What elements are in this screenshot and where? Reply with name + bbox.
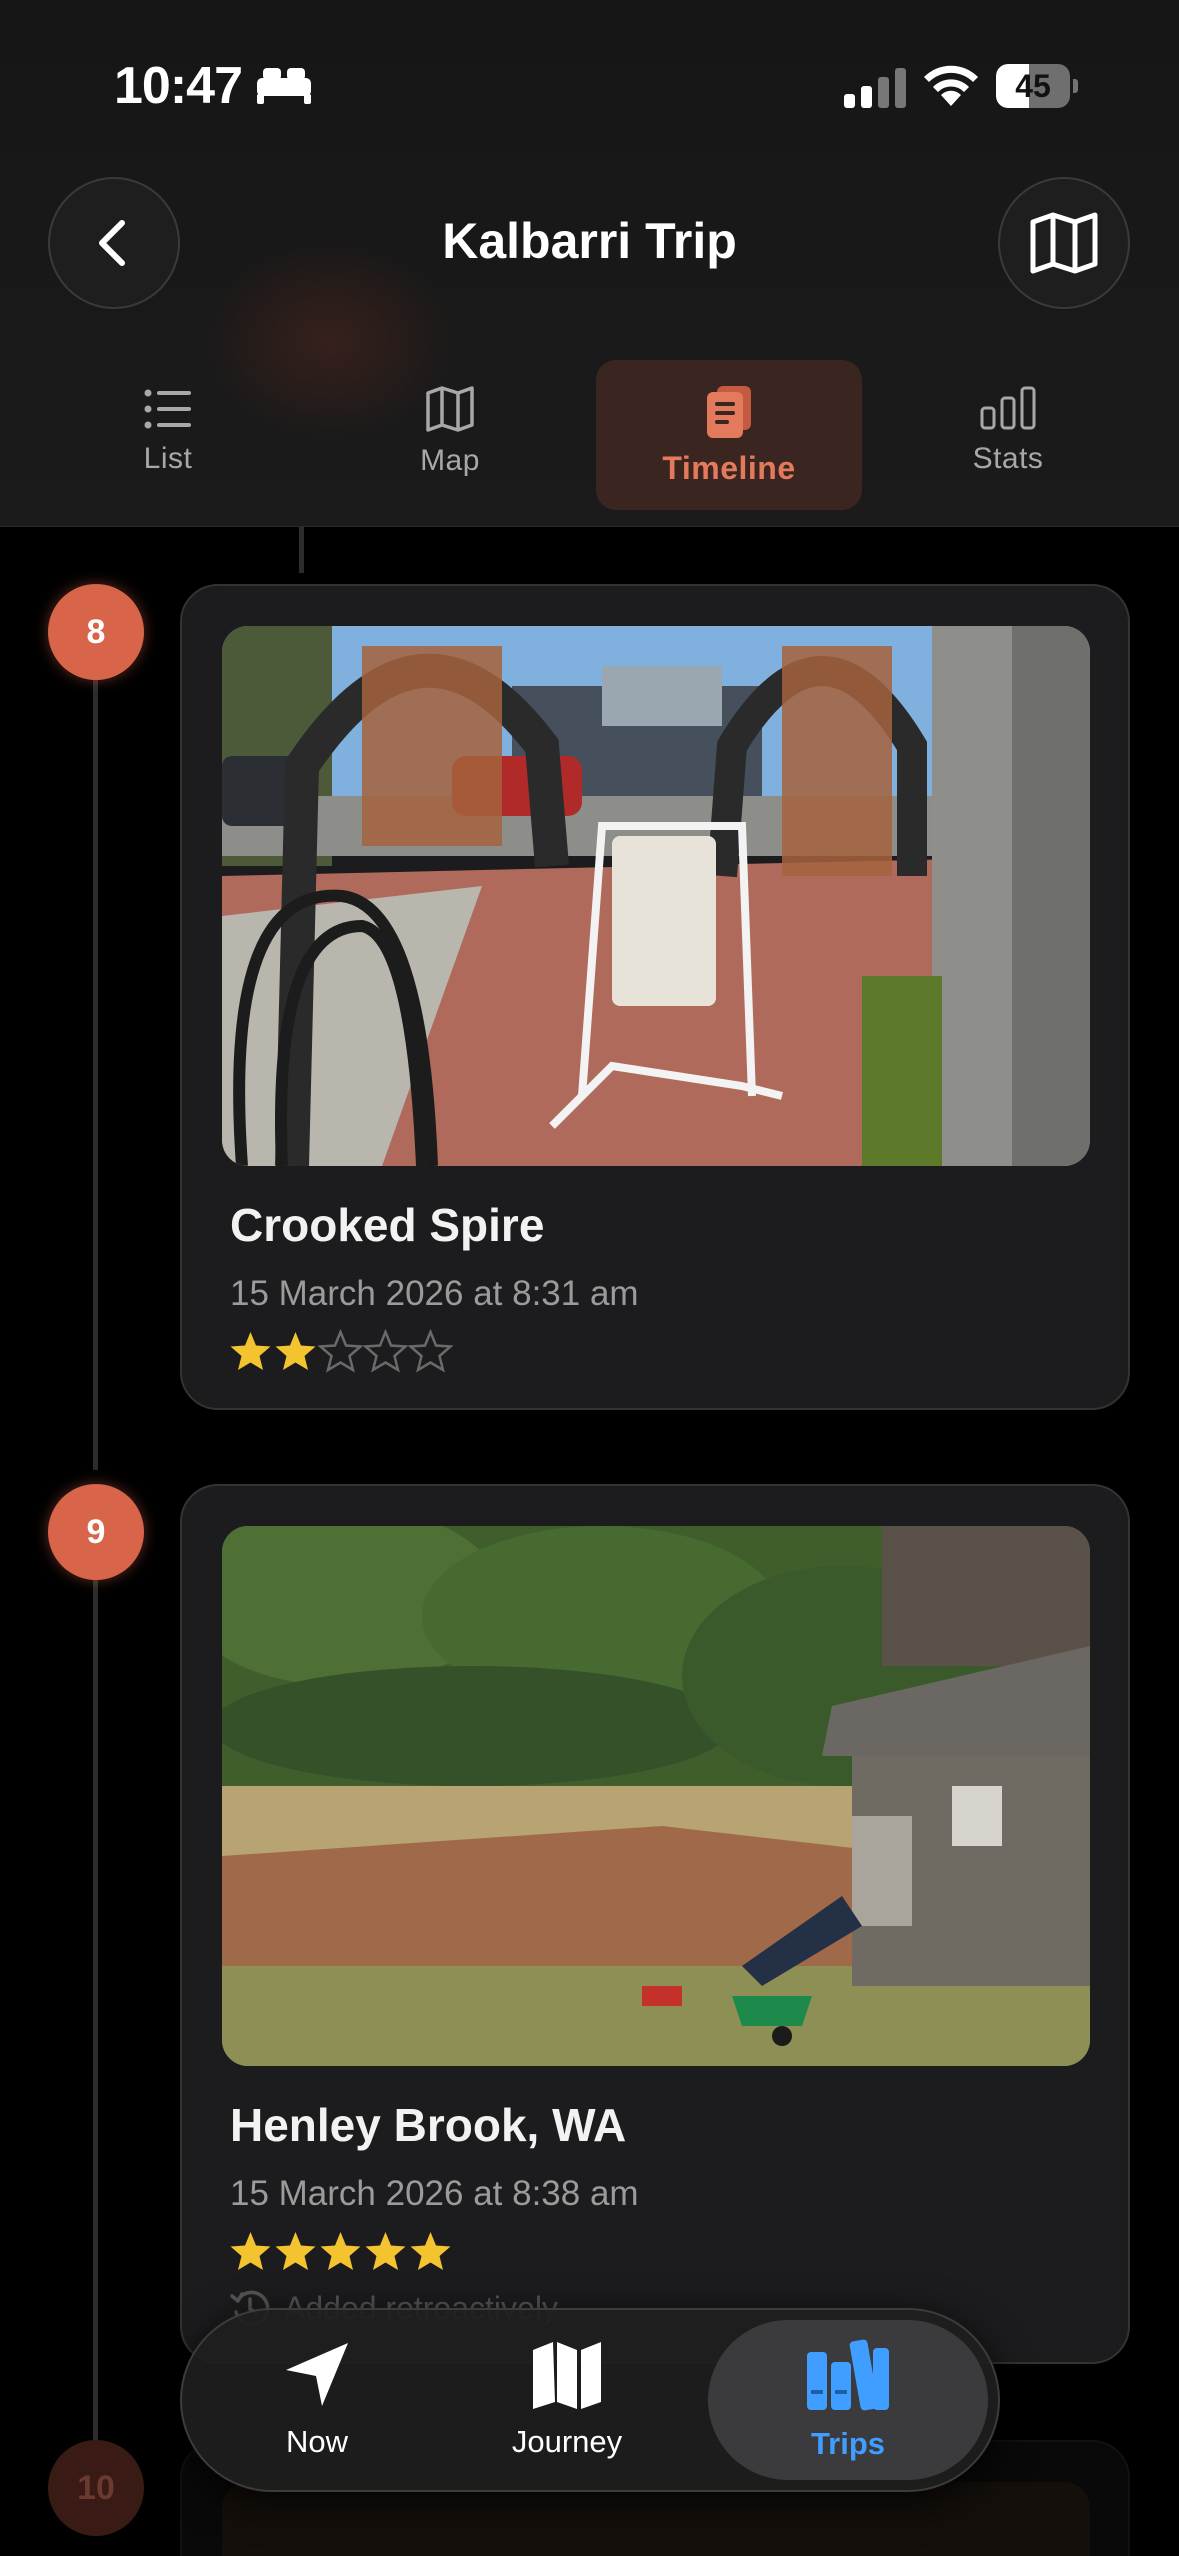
tab-timeline-label: Timeline: [662, 450, 796, 486]
timeline-step-marker: 10: [48, 2440, 144, 2536]
tab-map[interactable]: Map: [380, 360, 520, 510]
star-rating: [228, 2229, 453, 2277]
star-empty-icon: [318, 1329, 363, 1373]
map-icon: [426, 386, 474, 432]
header-divider: [0, 526, 1179, 527]
entry-photo-image: [222, 1526, 1090, 2066]
star-filled-icon: [410, 2232, 451, 2270]
tab-map-label: Map: [420, 444, 480, 477]
battery-percentage: 45: [1015, 68, 1051, 104]
star-filled-icon: [230, 1332, 271, 1370]
timeline-connector: [299, 527, 304, 573]
tab-list-label: List: [143, 442, 193, 475]
star-filled-icon: [365, 2232, 406, 2270]
tab-list[interactable]: List: [98, 360, 238, 510]
books-icon: [807, 2339, 889, 2411]
nav-trips[interactable]: Trips: [708, 2320, 988, 2480]
star-filled-icon: [320, 2232, 361, 2270]
entry-title: Henley Brook, WA: [230, 2099, 627, 2151]
entry-date: 15 March 2026 at 8:38 am: [230, 2174, 639, 2213]
star-filled-icon: [275, 2232, 316, 2270]
status-time: 10:47: [114, 57, 243, 115]
timeline-entry-card[interactable]: Henley Brook, WA 15 March 2026 at 8:38 a…: [180, 1484, 1130, 2364]
location-arrow-icon: [286, 2343, 348, 2406]
star-empty-icon: [363, 1329, 408, 1373]
tab-timeline[interactable]: Timeline: [596, 360, 862, 510]
entry-date: 15 March 2026 at 8:31 am: [230, 1274, 639, 1313]
tab-stats[interactable]: Stats: [938, 360, 1078, 510]
timeline-step-marker: 8: [48, 584, 144, 680]
entry-photo[interactable]: [222, 1526, 1090, 2066]
entry-photo[interactable]: [222, 626, 1090, 1166]
nav-journey-label: Journey: [511, 2424, 623, 2459]
bar-chart-icon: [980, 386, 1036, 430]
star-empty-icon: [408, 1329, 453, 1373]
tab-stats-label: Stats: [972, 442, 1044, 475]
nav-now[interactable]: Now: [202, 2320, 432, 2480]
wifi-icon: [924, 65, 978, 106]
map-icon: [1030, 212, 1098, 274]
timeline-entry-card[interactable]: Crooked Spire 15 March 2026 at 8:31 am: [180, 584, 1130, 1410]
star-filled-icon: [230, 2232, 271, 2270]
nav-now-label: Now: [285, 2424, 348, 2459]
bottom-tab-bar: Now Journey Trips: [180, 2308, 1000, 2492]
nav-trips-label: Trips: [810, 2426, 886, 2461]
cellular-signal-icon: [844, 68, 906, 108]
battery-indicator: 45: [996, 64, 1078, 108]
sleep-focus-icon: [257, 68, 311, 104]
star-rating: [228, 1329, 453, 1377]
entry-photo[interactable]: [222, 2482, 1090, 2556]
star-filled-icon: [275, 1332, 316, 1370]
nav-journey[interactable]: Journey: [452, 2320, 682, 2480]
timeline-line: [93, 680, 98, 1470]
entry-title: Crooked Spire: [230, 1199, 545, 1251]
list-icon: [144, 389, 191, 429]
document-icon: [707, 386, 751, 438]
timeline-step-marker: 9: [48, 1484, 144, 1580]
map-icon: [533, 2342, 601, 2409]
entry-photo-image: [222, 626, 1090, 1166]
timeline-line: [93, 1580, 98, 2440]
map-button[interactable]: [998, 177, 1130, 309]
